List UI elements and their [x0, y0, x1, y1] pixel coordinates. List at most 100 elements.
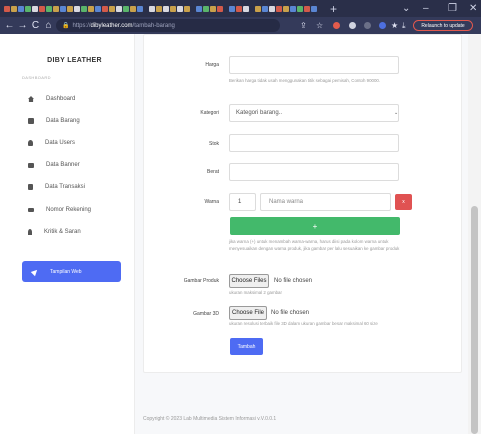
- tab-favicon-icon[interactable]: [53, 5, 59, 12]
- browser-toolbar: ← → C ⌂ 🔒 https://dibyleather.com/tambah…: [0, 17, 481, 34]
- share-icon[interactable]: ⇪: [300, 17, 307, 34]
- tab-favicon-icon[interactable]: [95, 5, 101, 12]
- tambah-button[interactable]: Tambah: [230, 338, 263, 355]
- tab-favicon-icon[interactable]: [304, 5, 310, 12]
- tab-favicon-icon[interactable]: [4, 5, 10, 12]
- image-icon: [28, 162, 34, 168]
- tab-favicon-icon[interactable]: [311, 5, 317, 12]
- tab-favicon-icon[interactable]: [156, 5, 162, 12]
- extensions-puzzle-icon[interactable]: ★: [391, 17, 398, 34]
- tab-favicon-icon[interactable]: [88, 5, 94, 12]
- choose-file-button[interactable]: Choose File: [229, 306, 267, 320]
- sidebar-item-data-banner[interactable]: Data Banner: [28, 159, 80, 171]
- new-tab-button[interactable]: +: [330, 2, 337, 16]
- tab-favicon-icon[interactable]: [74, 5, 80, 12]
- extension-red-icon[interactable]: [333, 17, 340, 34]
- add-warna-button[interactable]: +: [230, 217, 400, 235]
- sidebar-item-kritik-saran[interactable]: Kritik & Saran: [28, 226, 81, 238]
- tab-favicon-icon[interactable]: [236, 5, 242, 12]
- gambar-3d-label: Gambar 3D: [193, 311, 219, 317]
- tab-favicon-icon[interactable]: [255, 5, 261, 12]
- box-icon: [28, 118, 34, 124]
- choose-files-button[interactable]: Choose Files: [229, 274, 269, 288]
- sidebar-item-data-users[interactable]: Data Users: [28, 137, 75, 149]
- tab-favicon-icon[interactable]: [39, 5, 45, 12]
- tab-favicon-icon[interactable]: [60, 5, 66, 12]
- tab-favicon-icon[interactable]: [81, 5, 87, 12]
- berat-input[interactable]: [229, 163, 399, 181]
- tab-favicon-icon[interactable]: [149, 5, 155, 12]
- lock-icon: 🔒: [62, 23, 70, 29]
- forward-icon[interactable]: →: [16, 20, 29, 31]
- stok-input[interactable]: [229, 134, 399, 152]
- send-icon: [30, 267, 40, 276]
- chevron-down-icon: ⌄: [394, 110, 399, 116]
- url-host: dibyleather.com: [90, 22, 133, 29]
- tab-list-icon[interactable]: ⌄: [402, 0, 410, 17]
- url-scheme: https://: [72, 22, 91, 29]
- close-window-icon[interactable]: ✕: [469, 0, 477, 17]
- tab-favicon-icon[interactable]: [203, 5, 209, 12]
- tab-favicon-icon[interactable]: [196, 5, 202, 12]
- sidebar-section-label: DASHBOARD: [22, 75, 51, 80]
- tab-favicon-icon[interactable]: [102, 5, 108, 12]
- tab-favicon-icon[interactable]: [229, 5, 235, 12]
- sidebar: DIBY LEATHER DASHBOARD Dashboard Data Ba…: [14, 34, 135, 434]
- tab-favicon-icon[interactable]: [130, 5, 136, 12]
- sidebar-item-nomor-rekening[interactable]: Nomor Rekening: [28, 204, 91, 216]
- address-bar[interactable]: 🔒 https://dibyleather.com/tambah-barang: [56, 19, 280, 32]
- gambar-produk-file-status: No file chosen: [274, 278, 313, 284]
- tab-favicon-icon[interactable]: [67, 5, 73, 12]
- sidebar-item-dashboard[interactable]: Dashboard: [28, 93, 75, 105]
- tab-favicon-icon[interactable]: [177, 5, 183, 12]
- tampilan-web-button[interactable]: Tampilan Web: [22, 261, 121, 282]
- sidebar-item-label: Dashboard: [46, 96, 76, 102]
- relaunch-update-button[interactable]: Relaunch to update: [413, 20, 473, 31]
- sidebar-item-data-barang[interactable]: Data Barang: [28, 115, 80, 127]
- extension-dark-icon[interactable]: [364, 17, 371, 34]
- reload-icon[interactable]: C: [29, 20, 42, 31]
- tab-favicon-icon[interactable]: [210, 5, 216, 12]
- back-icon[interactable]: ←: [3, 20, 16, 31]
- tab-favicon-icon[interactable]: [137, 5, 143, 12]
- tab-favicon-icon[interactable]: [217, 5, 223, 12]
- tab-favicon-icon[interactable]: [297, 5, 303, 12]
- harga-input[interactable]: [229, 56, 399, 74]
- minimize-icon[interactable]: –: [423, 0, 429, 17]
- tab-favicon-icon[interactable]: [109, 5, 115, 12]
- tab-favicon-icon[interactable]: [116, 5, 122, 12]
- berat-label: Berat: [207, 169, 219, 175]
- tab-favicon-icon[interactable]: [262, 5, 268, 12]
- warna-number-input[interactable]: 1: [229, 193, 256, 211]
- tab-favicon-icon[interactable]: [243, 5, 249, 12]
- tab-favicon-icon[interactable]: [25, 5, 31, 12]
- tab-favicon-icon[interactable]: [11, 5, 17, 12]
- warna-name-input[interactable]: Nama warna: [260, 193, 391, 211]
- remove-warna-button[interactable]: x: [395, 194, 412, 210]
- tab-favicon-icon[interactable]: [276, 5, 282, 12]
- gambar-produk-label: Gambar Produk: [183, 278, 219, 284]
- receipt-icon: [28, 184, 33, 190]
- tab-favicon-icon[interactable]: [163, 5, 169, 12]
- extension-gray-icon[interactable]: [349, 17, 356, 34]
- tab-favicon-icon[interactable]: [32, 5, 38, 12]
- tampilan-web-label: Tampilan Web: [50, 268, 82, 275]
- tab-favicon-icon[interactable]: [18, 5, 24, 12]
- tab-favicon-icon[interactable]: [269, 5, 275, 12]
- harga-hint: Berikan harga tidak usah menggunakan tit…: [229, 78, 381, 83]
- maximize-icon[interactable]: ❐: [448, 0, 457, 17]
- url-path: /tambah-barang: [132, 22, 175, 29]
- bookmark-star-icon[interactable]: ☆: [316, 17, 323, 34]
- tab-favicon-icon[interactable]: [46, 5, 52, 12]
- sidebar-item-data-transaksi[interactable]: Data Transaksi: [28, 181, 85, 193]
- tab-favicon-icon[interactable]: [170, 5, 176, 12]
- download-icon[interactable]: ⤓: [402, 17, 406, 34]
- sidebar-item-label: Kritik & Saran: [44, 229, 81, 235]
- home-icon[interactable]: ⌂: [42, 20, 55, 31]
- extension-blue-icon[interactable]: [379, 17, 386, 34]
- scrollbar-thumb[interactable]: [471, 206, 478, 434]
- tab-favicon-icon[interactable]: [184, 5, 190, 12]
- tab-favicon-icon[interactable]: [290, 5, 296, 12]
- tab-favicon-icon[interactable]: [283, 5, 289, 12]
- tab-favicon-icon[interactable]: [123, 5, 129, 12]
